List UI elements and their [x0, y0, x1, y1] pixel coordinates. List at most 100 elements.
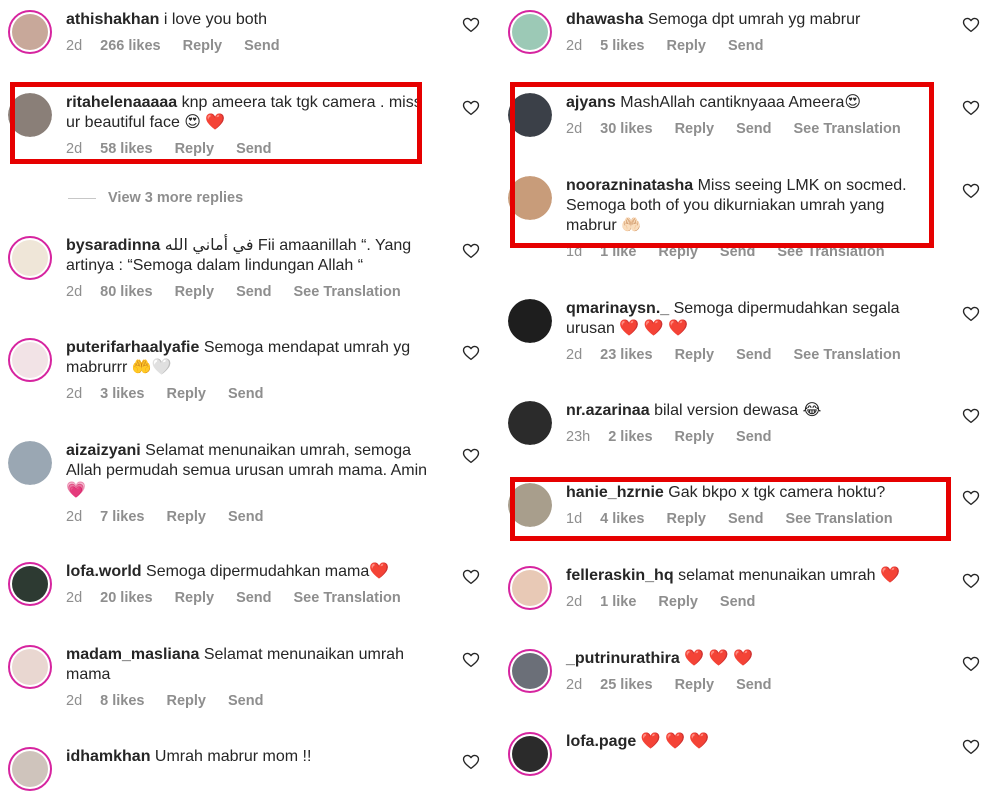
send-button[interactable]: Send [228, 509, 263, 525]
comment-username[interactable]: dhawasha [566, 11, 643, 28]
comment-username[interactable]: idhamkhan [66, 748, 150, 765]
reply-button[interactable]: Reply [166, 693, 206, 709]
likes-count[interactable]: 2 likes [608, 429, 652, 445]
see-translation-link[interactable]: See Translation [794, 347, 901, 363]
reply-button[interactable]: Reply [175, 284, 215, 300]
comment-body: dhawasha Semoga dpt umrah yg mabrur 2d 5 l… [566, 10, 938, 56]
comment-username[interactable]: madam_masliana [66, 646, 199, 663]
comment-username[interactable]: lofa.page [566, 733, 636, 750]
avatar[interactable] [508, 649, 552, 693]
likes-count[interactable]: 5 likes [600, 38, 644, 54]
divider-line [68, 197, 96, 199]
reply-button[interactable]: Reply [166, 509, 206, 525]
comment-username[interactable]: puterifarhaalyafie [66, 339, 199, 356]
like-heart-icon[interactable] [462, 242, 480, 260]
see-translation-link[interactable]: See Translation [294, 284, 401, 300]
comment-time: 2d [66, 509, 83, 525]
likes-count[interactable]: 25 likes [600, 677, 652, 693]
like-heart-icon[interactable] [462, 753, 480, 771]
avatar[interactable] [508, 732, 552, 776]
send-button[interactable]: Send [720, 594, 755, 610]
send-button[interactable]: Send [736, 429, 771, 445]
reply-button[interactable]: Reply [675, 347, 715, 363]
likes-count[interactable]: 266 likes [100, 38, 160, 54]
like-heart-icon[interactable] [962, 99, 980, 117]
avatar-image [508, 299, 552, 343]
avatar[interactable] [8, 236, 52, 280]
view-more-label: View 3 more replies [108, 190, 244, 206]
like-heart-icon[interactable] [462, 447, 480, 465]
comment-username[interactable]: aizaizyani [66, 442, 141, 459]
avatar[interactable] [8, 338, 52, 382]
avatar[interactable] [8, 562, 52, 606]
reply-button[interactable]: Reply [666, 38, 706, 54]
like-heart-icon[interactable] [962, 305, 980, 323]
avatar[interactable] [8, 441, 52, 485]
avatar-image [12, 14, 48, 50]
comment-time: 23h [566, 429, 591, 445]
send-button[interactable]: Send [228, 693, 263, 709]
view-more-replies[interactable]: View 3 more replies [68, 190, 243, 206]
likes-count[interactable]: 23 likes [600, 347, 652, 363]
likes-count[interactable]: 1 like [600, 594, 636, 610]
like-heart-icon[interactable] [962, 489, 980, 507]
see-translation-link[interactable]: See Translation [294, 590, 401, 606]
comment-username[interactable]: lofa.world [66, 563, 142, 580]
avatar-image [12, 566, 48, 602]
avatar-image [12, 342, 48, 378]
avatar[interactable] [8, 10, 52, 54]
comment-username[interactable]: bysaradinna [66, 237, 160, 254]
like-heart-icon[interactable] [462, 99, 480, 117]
like-heart-icon[interactable] [462, 568, 480, 586]
likes-count[interactable]: 3 likes [100, 386, 144, 402]
likes-count[interactable]: 20 likes [100, 590, 152, 606]
likes-count[interactable]: 8 likes [100, 693, 144, 709]
like-heart-icon[interactable] [962, 182, 980, 200]
send-button[interactable]: Send [236, 284, 271, 300]
avatar-image [508, 401, 552, 445]
like-heart-icon[interactable] [462, 344, 480, 362]
send-button[interactable]: Send [228, 386, 263, 402]
reply-button[interactable]: Reply [675, 429, 715, 445]
likes-count[interactable]: 80 likes [100, 284, 152, 300]
avatar[interactable] [508, 299, 552, 343]
send-button[interactable]: Send [736, 347, 771, 363]
like-heart-icon[interactable] [962, 738, 980, 756]
comment-username[interactable]: athishakhan [66, 11, 159, 28]
send-button[interactable]: Send [236, 590, 271, 606]
comment-body: felleraskin_hq selamat menunaikan umrah … [566, 566, 938, 612]
likes-count[interactable]: 7 likes [100, 509, 144, 525]
send-button[interactable]: Send [736, 677, 771, 693]
like-heart-icon[interactable] [462, 651, 480, 669]
like-heart-icon[interactable] [962, 16, 980, 34]
avatar[interactable] [508, 401, 552, 445]
like-heart-icon[interactable] [962, 572, 980, 590]
comment-text: i love you both [163, 11, 267, 28]
like-heart-icon[interactable] [962, 407, 980, 425]
reply-button[interactable]: Reply [675, 677, 715, 693]
reply-button[interactable]: Reply [166, 386, 206, 402]
like-heart-icon[interactable] [462, 16, 480, 34]
avatar[interactable] [8, 747, 52, 791]
avatar[interactable] [508, 566, 552, 610]
avatar-image [12, 649, 48, 685]
avatar[interactable] [8, 645, 52, 689]
comment-username[interactable]: _putrinurathira [566, 650, 680, 667]
comment-body: idhamkhan Umrah mabrur mom !! [66, 747, 438, 767]
send-button[interactable]: Send [244, 38, 279, 54]
avatar[interactable] [508, 10, 552, 54]
avatar-image [512, 14, 548, 50]
comment-username[interactable]: qmarinaysn._ [566, 300, 669, 317]
comment-time: 2d [66, 693, 83, 709]
comment-username[interactable]: nr.azarinaa [566, 402, 650, 419]
comment-meta: 2d 23 likes Reply Send See Translation [566, 345, 938, 365]
comment-text: Umrah mabrur mom !! [154, 748, 312, 765]
reply-button[interactable]: Reply [658, 594, 698, 610]
comment-username[interactable]: felleraskin_hq [566, 567, 674, 584]
comment-time: 2d [566, 594, 583, 610]
like-heart-icon[interactable] [962, 655, 980, 673]
reply-button[interactable]: Reply [183, 38, 223, 54]
comment-meta: 2d 80 likes Reply Send See Translation [66, 282, 438, 302]
reply-button[interactable]: Reply [175, 590, 215, 606]
send-button[interactable]: Send [728, 38, 763, 54]
